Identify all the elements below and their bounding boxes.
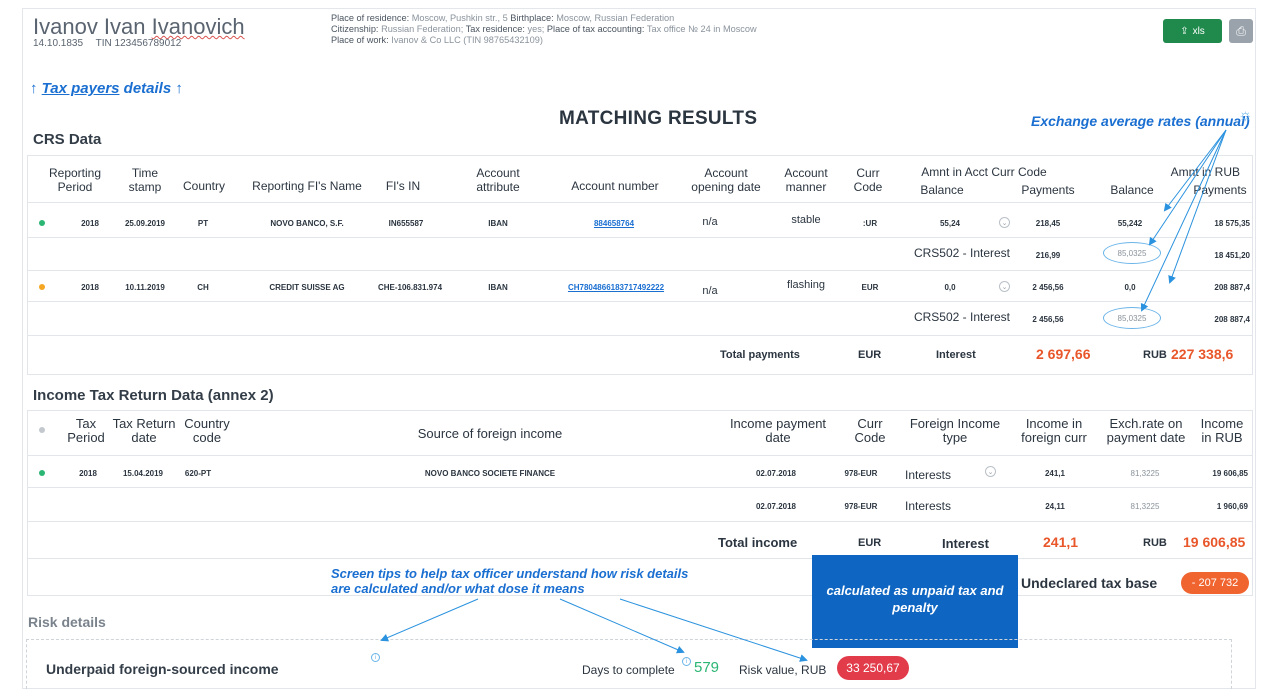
annotation-arrows xyxy=(380,129,1227,662)
